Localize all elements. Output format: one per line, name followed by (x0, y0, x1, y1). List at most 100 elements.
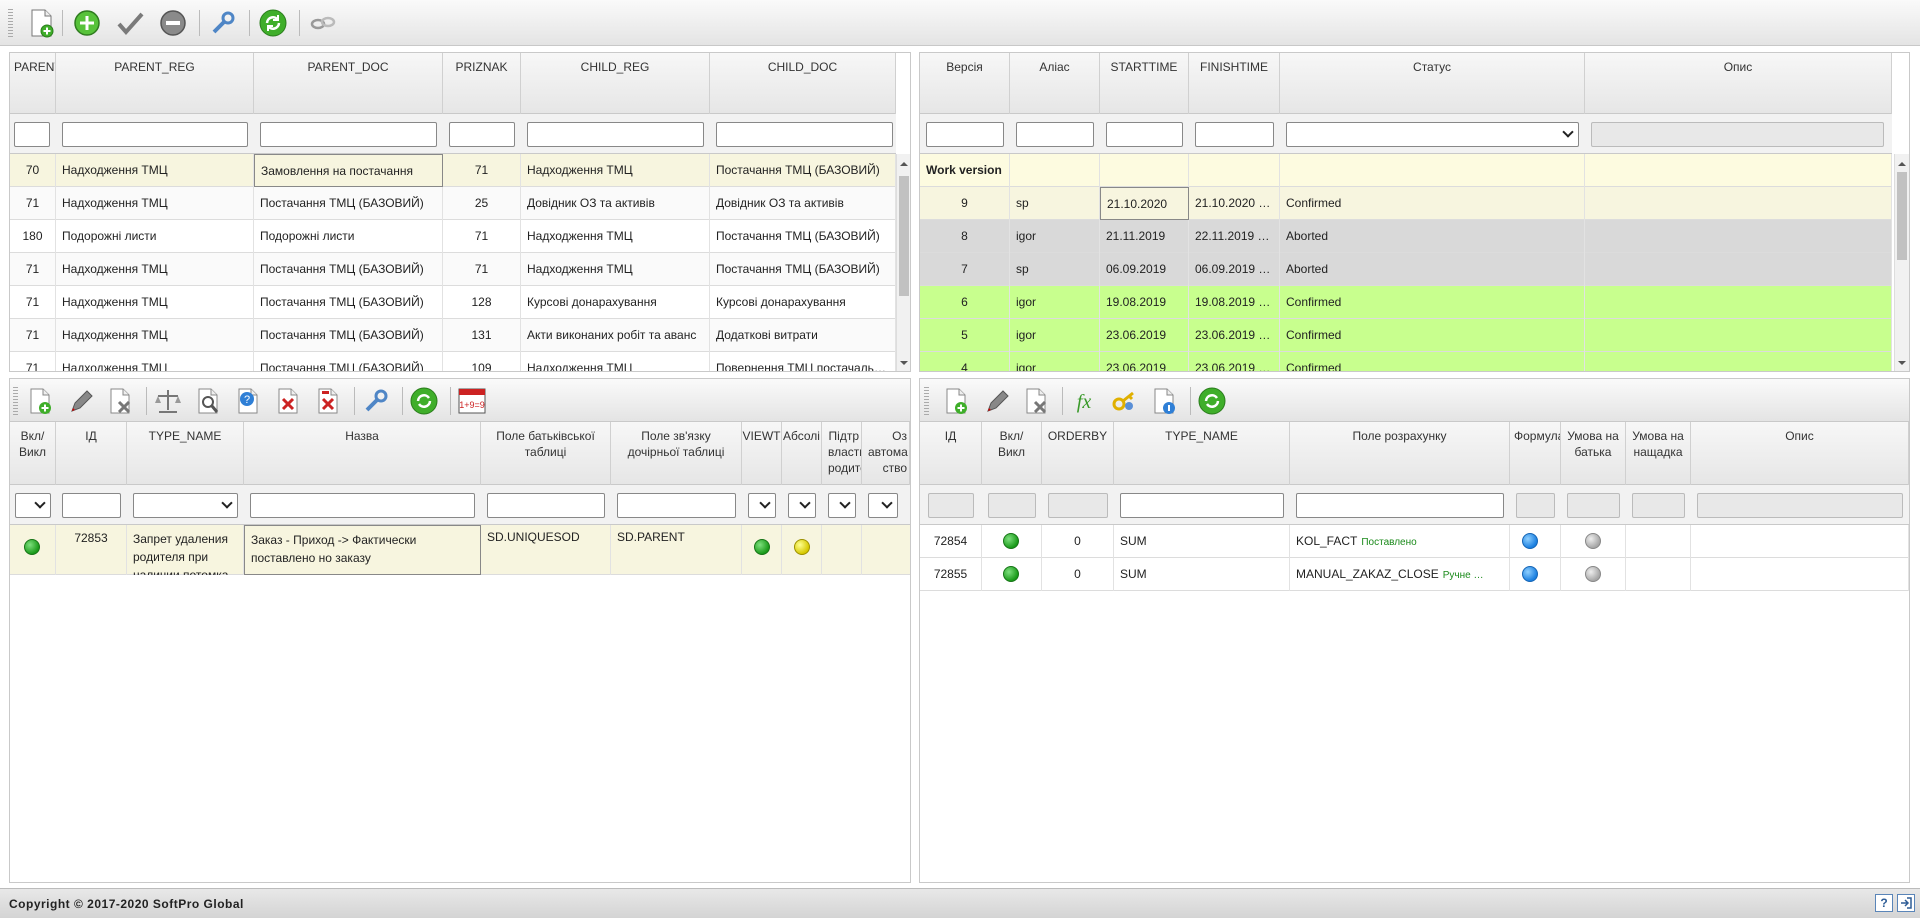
table-row[interactable]: 72854 0 SUM KOL_FACT Поставлено (920, 525, 1909, 558)
settings-wrench-icon[interactable] (360, 385, 392, 417)
filter-select[interactable] (133, 493, 238, 518)
parent-condition-icon[interactable] (1585, 566, 1601, 582)
toolbar-grip[interactable] (924, 387, 929, 415)
add-icon[interactable] (72, 8, 102, 38)
remove-icon[interactable] (158, 8, 188, 38)
refresh-icon[interactable] (258, 8, 288, 38)
table-row[interactable]: 8 igor 21.11.2019 22.11.2019 10:00 Aborted (920, 220, 1892, 253)
work-version-row[interactable]: Work version (920, 154, 1892, 187)
table-row[interactable]: 5 igor 23.06.2019 23.06.2019 10:00 Confirmed (920, 319, 1892, 352)
logout-icon[interactable] (1897, 894, 1915, 912)
filter-input[interactable] (1120, 493, 1284, 518)
absolute-cell[interactable] (782, 525, 822, 575)
table-row[interactable]: 70 Надходження ТМЦ Замовлення на постачанн… (10, 154, 896, 187)
column-header[interactable]: PARENT_DOC (254, 53, 443, 114)
filter-input[interactable] (1106, 122, 1183, 147)
column-header[interactable]: Умова на нащадка (1626, 422, 1691, 485)
column-header[interactable]: Підтр власти родите (822, 422, 862, 485)
column-header[interactable]: PRIZNAK (443, 53, 521, 114)
viewt-cell[interactable] (742, 525, 782, 575)
column-header[interactable]: Поле батьківської таблиці (481, 422, 611, 485)
table-row[interactable]: 180 Подорожні листи Подорожні листи 71 Надхо… (10, 220, 896, 253)
column-header[interactable]: PARENT_REG (56, 53, 254, 114)
column-header[interactable]: Вкл/ Викл (982, 422, 1042, 485)
parent-condition-cell[interactable] (1561, 558, 1626, 591)
parent-condition-icon[interactable] (1585, 533, 1601, 549)
scrollbar[interactable] (896, 154, 910, 371)
filter-select[interactable] (788, 493, 816, 518)
column-header[interactable]: PARENT (10, 53, 56, 114)
filter-input[interactable] (1195, 122, 1274, 147)
name-cell[interactable]: Заказ - Приход -> Фактически поставлено … (244, 525, 481, 575)
filter-input[interactable] (260, 122, 437, 147)
viewt-status-icon[interactable] (754, 539, 770, 555)
column-header[interactable]: VIEWT (742, 422, 782, 485)
column-header[interactable]: Формула (1510, 422, 1561, 485)
filter-input[interactable] (62, 122, 248, 147)
edit-icon[interactable] (64, 385, 96, 417)
add-doc-icon[interactable] (24, 385, 56, 417)
table-row[interactable]: 4 igor 23.06.2019 23.06.2019 10:00 Confirmed (920, 352, 1892, 371)
help-doc-icon[interactable]: ? (232, 385, 264, 417)
enabled-cell[interactable] (982, 525, 1042, 558)
column-header[interactable]: Абсолі (782, 422, 822, 485)
scroll-down-icon[interactable] (1898, 361, 1906, 369)
filter-select[interactable] (748, 493, 776, 518)
enabled-cell[interactable] (982, 558, 1042, 591)
column-header[interactable]: ORDERBY (1042, 422, 1114, 485)
calendar-icon[interactable]: 1+9=9 (456, 385, 488, 417)
formula-status-icon[interactable] (1522, 566, 1538, 582)
formula-cell[interactable] (1510, 525, 1561, 558)
column-header[interactable]: Версія (920, 53, 1010, 114)
filter-input[interactable] (716, 122, 893, 147)
filter-input[interactable] (62, 493, 121, 518)
absolute-status-icon[interactable] (794, 539, 810, 555)
column-header[interactable]: Умова на батька (1561, 422, 1626, 485)
settings-wrench-icon[interactable] (208, 8, 238, 38)
formula-fx-icon[interactable]: fx (1068, 385, 1100, 417)
info-doc-icon[interactable] (1148, 385, 1180, 417)
status-filter-select[interactable] (1286, 122, 1579, 147)
column-header[interactable]: ІД (920, 422, 982, 485)
column-header[interactable]: Статус (1280, 53, 1585, 114)
column-header[interactable]: Поле зв'язку дочірньої таблиці (611, 422, 742, 485)
scroll-thumb[interactable] (1897, 172, 1907, 260)
table-row[interactable]: 71 Надходження ТМЦ Постачання ТМЦ (БАЗОВИЙ… (10, 352, 896, 371)
link-icon[interactable] (308, 8, 338, 38)
balance-icon[interactable] (152, 385, 184, 417)
enabled-cell[interactable] (10, 525, 56, 575)
edit-icon[interactable] (980, 385, 1012, 417)
enabled-status-icon[interactable] (1003, 533, 1019, 549)
filter-input[interactable] (1016, 122, 1094, 147)
filter-input[interactable] (14, 122, 50, 147)
table-row[interactable]: 71 Надходження ТМЦ Постачання ТМЦ (БАЗОВИЙ… (10, 253, 896, 286)
column-header[interactable]: Назва (244, 422, 481, 485)
new-document-icon[interactable] (26, 8, 56, 38)
keys-icon[interactable] (1108, 385, 1140, 417)
table-row[interactable]: 71 Надходження ТМЦ Постачання ТМЦ (БАЗОВИЙ… (10, 187, 896, 220)
filter-input[interactable] (250, 493, 475, 518)
enabled-status-icon[interactable] (24, 539, 40, 555)
cancel-doc-icon[interactable] (272, 385, 304, 417)
column-header[interactable]: Вкл/ Викл (10, 422, 56, 485)
filter-input[interactable] (617, 493, 736, 518)
table-row[interactable]: 72853 Запрет удаления родителя при налич… (10, 525, 910, 575)
toolbar-grip[interactable] (13, 387, 18, 415)
help-icon[interactable]: ? (1875, 894, 1893, 912)
filter-select[interactable] (15, 493, 51, 518)
delete-doc-icon[interactable] (104, 385, 136, 417)
scrollbar[interactable] (1894, 154, 1909, 371)
table-row[interactable]: 7 sp 06.09.2019 06.09.2019 10:00 Aborted (920, 253, 1892, 286)
refresh-icon[interactable] (408, 385, 440, 417)
column-header[interactable]: ІД (56, 422, 127, 485)
column-header[interactable]: TYPE_NAME (1114, 422, 1290, 485)
table-row[interactable]: 71 Надходження ТМЦ Постачання ТМЦ (БАЗОВИЙ… (10, 286, 896, 319)
table-row[interactable]: 9 sp 21.10.2020 21.10.2020 14:00 Confirmed (920, 187, 1892, 220)
table-row[interactable]: 6 igor 19.08.2019 19.08.2019 10:00 Confirmed (920, 286, 1892, 319)
column-header[interactable]: Оз автома ство (862, 422, 910, 485)
column-header[interactable]: STARTTIME (1100, 53, 1189, 114)
search-doc-icon[interactable] (192, 385, 224, 417)
delete-doc-icon[interactable] (1020, 385, 1052, 417)
column-header[interactable]: FINISHTIME (1189, 53, 1280, 114)
table-row[interactable]: 72855 0 SUM MANUAL_ZAKAZ_CLOSE Ручне … (920, 558, 1909, 591)
